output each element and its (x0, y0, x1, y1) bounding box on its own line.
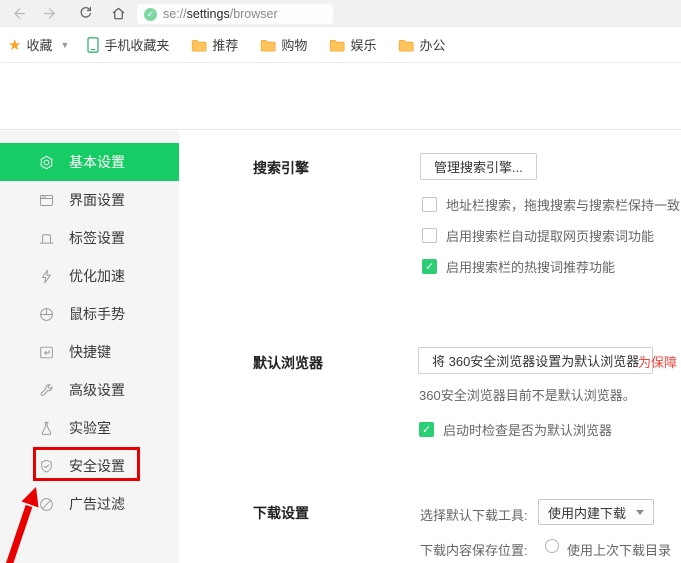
sidebar-item-lab[interactable]: 实验室 (0, 409, 179, 447)
block-icon (38, 496, 55, 513)
flask-icon (38, 420, 55, 437)
refresh-icon[interactable] (70, 2, 100, 26)
set-default-browser-button[interactable]: 将 360安全浏览器设置为默认浏览器 (418, 347, 653, 374)
settings-content: 搜索引擎 管理搜索引擎... 地址栏搜索，拖拽搜索与搜索栏保持一致 启用搜索栏自… (179, 131, 681, 563)
sidebar-item-label: 安全设置 (69, 456, 125, 476)
section-label-default-browser: 默认浏览器 (253, 353, 323, 373)
sidebar-item-basic-settings[interactable]: 基本设置 (0, 143, 179, 181)
download-tool-dropdown[interactable]: 使用内建下载 (538, 499, 654, 525)
sidebar-item-advanced-settings[interactable]: 高级设置 (0, 371, 179, 409)
bookmark-item-mobile-favorites[interactable]: 手机收藏夹 (87, 35, 169, 54)
sidebar-item-label: 鼠标手势 (69, 304, 125, 324)
back-icon[interactable] (4, 2, 34, 26)
bookmark-label: 办公 (419, 35, 445, 54)
checkbox-label: 启动时检查是否为默认浏览器 (443, 420, 612, 439)
phone-icon (87, 37, 99, 53)
checkbox-startup-check[interactable] (419, 422, 434, 437)
checkbox-label: 地址栏搜索，拖拽搜索与搜索栏保持一致 (446, 195, 680, 214)
default-browser-warning-text: 为保障 (638, 352, 677, 371)
address-bar[interactable]: ✓ se://settings/browser (137, 4, 333, 24)
settings-header: 选项 (0, 63, 681, 130)
checkbox-row-auto-extract: 启用搜索栏自动提取网页搜索词功能 (422, 226, 654, 245)
favorites-label: 收藏 (26, 35, 52, 54)
sidebar-item-label: 高级设置 (69, 380, 125, 400)
url-text: se://settings/browser (163, 7, 278, 21)
sidebar-item-shortcuts[interactable]: 快捷键 (0, 333, 179, 371)
mouse-icon (38, 306, 55, 323)
bookmark-folder-recommend[interactable]: 推荐 (191, 35, 238, 54)
chevron-down-icon (636, 510, 644, 515)
download-location-label: 下载内容保存位置: (420, 540, 528, 559)
favorites-star-icon[interactable]: ★ (8, 36, 21, 54)
sidebar-item-label: 优化加速 (69, 266, 125, 286)
bookmark-label: 娱乐 (350, 35, 376, 54)
sidebar-item-label: 标签设置 (69, 228, 125, 248)
folder-icon (260, 38, 276, 52)
default-browser-status-text: 360安全浏览器目前不是默认浏览器。 (419, 385, 636, 404)
lightning-icon (38, 268, 55, 285)
secure-site-icon: ✓ (144, 8, 157, 21)
favorites-button[interactable]: 收藏 (26, 35, 52, 54)
home-icon[interactable] (103, 2, 133, 26)
sidebar-item-label: 界面设置 (69, 190, 125, 210)
sidebar-item-optimization[interactable]: 优化加速 (0, 257, 179, 295)
download-tool-label: 选择默认下载工具: (420, 505, 528, 524)
checkbox-label: 启用搜索栏的热搜词推荐功能 (446, 257, 615, 276)
sidebar-item-label: 快捷键 (69, 342, 111, 362)
checkbox-row-addressbar-search: 地址栏搜索，拖拽搜索与搜索栏保持一致 (422, 195, 680, 214)
bookmark-label: 手机收藏夹 (104, 35, 169, 54)
wrench-icon (38, 382, 55, 399)
enter-key-icon (38, 344, 55, 361)
bookmark-label: 购物 (281, 35, 307, 54)
sidebar-item-label: 广告过滤 (69, 494, 125, 514)
bookmark-folder-shopping[interactable]: 购物 (260, 35, 307, 54)
window-icon (38, 192, 55, 209)
folder-icon (191, 38, 207, 52)
bookmarks-bar: ★ 收藏 ▼ 手机收藏夹 推荐 购物 娱乐 办公 (0, 27, 681, 63)
settings-sidebar: 基本设置 界面设置 标签设置 优化加速 鼠标手势 快捷键 高级设置 实验室 安全… (0, 131, 179, 563)
sidebar-item-security-settings[interactable]: 安全设置 (0, 447, 179, 485)
tab-icon (38, 230, 55, 247)
bookmark-label: 推荐 (212, 35, 238, 54)
radio-label-last-download-dir: 使用上次下载目录 (567, 540, 671, 559)
section-label-search-engine: 搜索引擎 (253, 158, 309, 178)
folder-icon (329, 38, 345, 52)
checkbox-addressbar-search[interactable] (422, 197, 437, 212)
browser-toolbar: ✓ se://settings/browser (0, 0, 681, 27)
radio-last-download-dir[interactable] (545, 539, 559, 553)
sidebar-item-mouse-gestures[interactable]: 鼠标手势 (0, 295, 179, 333)
manage-search-engines-button[interactable]: 管理搜索引擎... (420, 153, 537, 180)
checkbox-row-startup-check: 启动时检查是否为默认浏览器 (419, 420, 612, 439)
forward-icon[interactable] (34, 2, 64, 26)
download-tool-value: 使用内建下载 (548, 503, 626, 522)
gear-icon (38, 154, 55, 171)
checkbox-auto-extract[interactable] (422, 228, 437, 243)
sidebar-item-ad-filter[interactable]: 广告过滤 (0, 485, 179, 523)
checkbox-hot-words[interactable] (422, 259, 437, 274)
sidebar-item-interface-settings[interactable]: 界面设置 (0, 181, 179, 219)
bookmark-folder-office[interactable]: 办公 (398, 35, 445, 54)
checkbox-label: 启用搜索栏自动提取网页搜索词功能 (446, 226, 654, 245)
favorites-dropdown-caret-icon[interactable]: ▼ (60, 40, 69, 50)
sidebar-item-tab-settings[interactable]: 标签设置 (0, 219, 179, 257)
sidebar-item-label: 实验室 (69, 418, 111, 438)
shield-check-icon (38, 458, 55, 475)
section-label-download: 下载设置 (253, 503, 309, 523)
sidebar-item-label: 基本设置 (69, 152, 125, 172)
bookmark-folder-entertainment[interactable]: 娱乐 (329, 35, 376, 54)
checkbox-row-hot-words: 启用搜索栏的热搜词推荐功能 (422, 257, 615, 276)
folder-icon (398, 38, 414, 52)
